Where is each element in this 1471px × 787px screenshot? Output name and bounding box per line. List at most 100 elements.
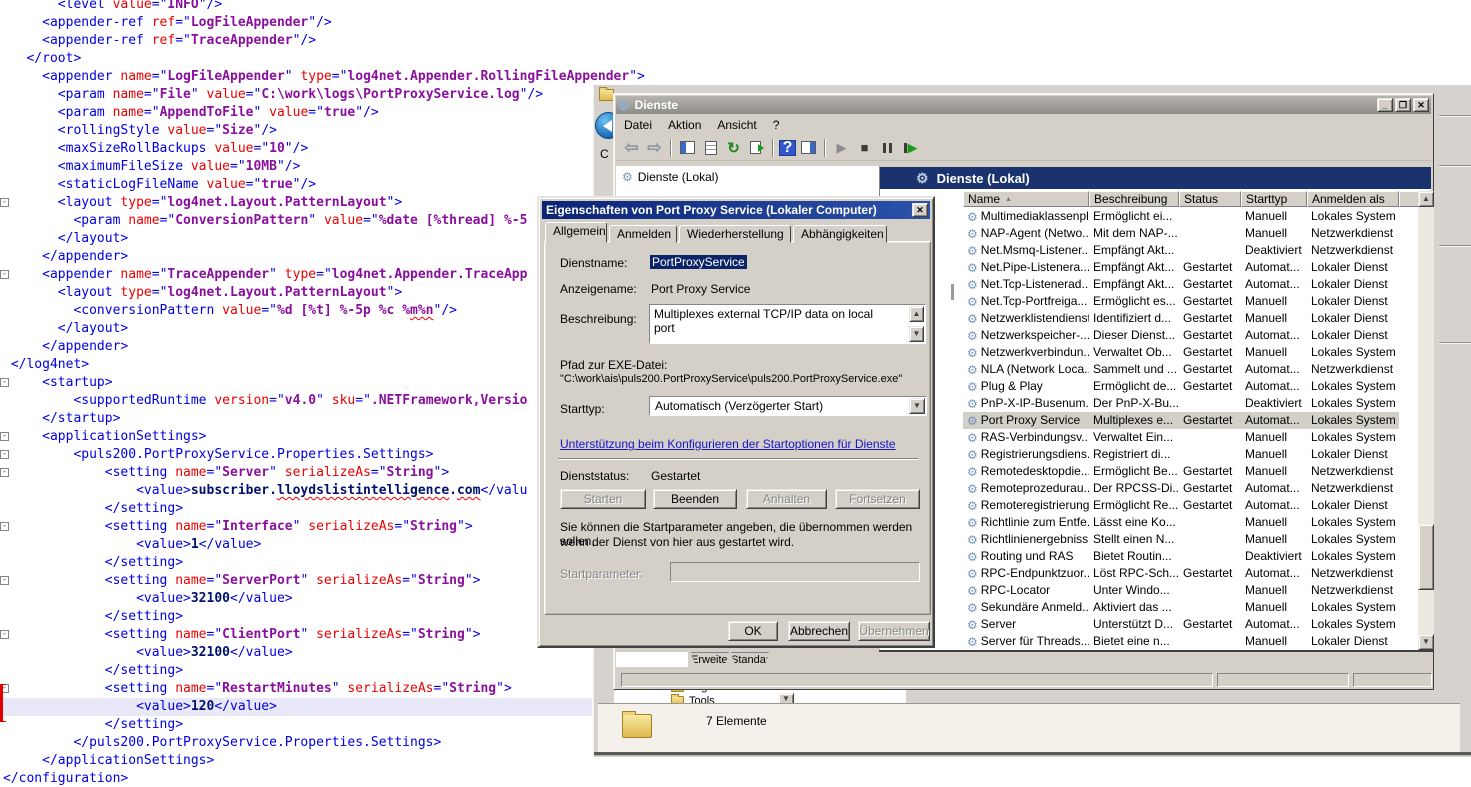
beschreibung-field[interactable]: Multiplexes external TCP/IP data on loca… — [649, 304, 926, 344]
fold-marker-icon[interactable]: - — [0, 378, 9, 387]
toolbar-back-icon[interactable]: ⇦ — [621, 138, 642, 158]
table-row[interactable]: ⚙Routing und RASBietet Routin...Deaktivi… — [963, 548, 1399, 565]
menu-item-ansicht[interactable]: Ansicht — [709, 116, 764, 134]
startparameter-input[interactable] — [670, 562, 920, 582]
combo-dropdown-button[interactable]: ▼ — [909, 398, 925, 414]
dialog-tab-anmelden[interactable]: Anmelden — [609, 225, 677, 243]
table-row[interactable]: ⚙Remotedesktopdie...Ermöglicht Be...Gest… — [963, 463, 1399, 480]
table-row[interactable]: ⚙NetzwerklistendienstIdentifiziert d...G… — [963, 310, 1399, 327]
fold-marker-icon[interactable]: - — [0, 630, 9, 639]
table-row[interactable]: ⚙Net.Tcp-Listenerad...Empfängt Akt...Ges… — [963, 276, 1399, 293]
table-row[interactable]: ⚙Port Proxy ServiceMultiplexes e...Gesta… — [963, 412, 1399, 429]
service-logon: Lokaler Dienst — [1307, 276, 1399, 293]
toolbar-pause-service-icon[interactable] — [877, 138, 898, 158]
table-row[interactable]: ⚙ServerUnterstützt D...GestartetAutomat.… — [963, 616, 1399, 633]
table-row[interactable]: ⚙RemoteregistrierungErmöglicht Re...Gest… — [963, 497, 1399, 514]
explorer-file-list[interactable]: LogsTools — [614, 688, 906, 703]
toolbar-properties-icon[interactable] — [700, 138, 721, 158]
table-row[interactable]: ⚙PnP-X-IP-Busenum...Der PnP-X-Bu...Deakt… — [963, 395, 1399, 412]
menu-item-[interactable]: ? — [765, 116, 788, 134]
scroll-up-button[interactable]: ▲ — [1418, 191, 1434, 207]
fold-marker-icon[interactable]: - — [0, 468, 9, 477]
fold-marker-icon[interactable]: - — [0, 432, 9, 441]
toolbar-show-action-pane-icon[interactable] — [798, 138, 819, 158]
service-starttype: Manuell — [1241, 429, 1307, 446]
column-header-Status[interactable]: Status — [1179, 191, 1241, 207]
toolbar-forward-icon[interactable]: ⇨ — [644, 138, 665, 158]
minimize-button[interactable]: _ — [1377, 98, 1393, 112]
toolbar-refresh-icon[interactable]: ↻ — [723, 138, 744, 158]
column-header-stub[interactable] — [1399, 191, 1420, 207]
ok-button[interactable]: OK — [728, 621, 778, 641]
table-row[interactable]: ⚙Sekundäre Anmeld...Aktiviert das ...Man… — [963, 599, 1399, 616]
table-row[interactable]: ⚙Registrierungsdiens...Registriert di...… — [963, 446, 1399, 463]
column-header-Beschreibung[interactable]: Beschreibung — [1089, 191, 1179, 207]
explorer-item[interactable]: Tools — [671, 695, 715, 703]
beenden-button[interactable]: Beenden — [653, 489, 737, 509]
table-row[interactable]: ⚙Netzwerkverbindun...Verwaltet Ob...Gest… — [963, 344, 1399, 361]
fold-marker-icon[interactable]: - — [0, 576, 9, 585]
dialog-tab-abhängigkeiten[interactable]: Abhängigkeiten — [793, 225, 887, 243]
fold-marker-icon[interactable]: - — [0, 270, 9, 279]
table-row[interactable]: ⚙RPC-Endpunktzuor...Löst RPC-Sch...Gesta… — [963, 565, 1399, 582]
toolbar-restart-service-icon[interactable]: ▶ — [900, 138, 921, 158]
list-scrollbar[interactable]: ▲ ▼ — [1418, 191, 1434, 650]
dienstname-value[interactable]: PortProxyService — [650, 255, 747, 269]
code-line: <applicationSettings> — [0, 428, 207, 446]
toolbar-stop-service-icon[interactable]: ■ — [854, 138, 875, 158]
table-row[interactable]: ⚙NAP-Agent (Netwo...Mit dem NAP-...Manue… — [963, 225, 1399, 242]
scroll-up-icon: ▲ — [913, 310, 921, 318]
scroll-thumb[interactable] — [1418, 524, 1434, 590]
column-header-Anmelden als[interactable]: Anmelden als — [1307, 191, 1399, 207]
service-description: Ermöglicht ei... — [1089, 208, 1179, 225]
toolbar-show-console-tree-icon[interactable] — [677, 138, 698, 158]
dialog-close-button[interactable]: ✕ — [912, 203, 928, 217]
menu-item-datei[interactable]: Datei — [616, 116, 660, 134]
toolbar-help-icon[interactable]: ? — [779, 140, 796, 156]
table-row[interactable]: ⚙RAS-Verbindungsv...Verwaltet Ein...Manu… — [963, 429, 1399, 446]
tree-root-node[interactable]: Dienste (Lokal) — [638, 170, 719, 184]
menu-item-aktion[interactable]: Aktion — [660, 116, 709, 134]
desc-scroll-up-button[interactable]: ▲ — [909, 306, 924, 322]
fold-marker-icon[interactable]: - — [0, 450, 9, 459]
table-row[interactable]: ⚙Server für Threads...Bietet eine n...Ma… — [963, 633, 1399, 650]
toolbar-export-list-icon[interactable] — [746, 138, 767, 158]
column-header-Name[interactable]: Name▲ — [963, 191, 1089, 207]
cell-text: RPC-Locator — [981, 582, 1050, 599]
column-header-Starttyp[interactable]: Starttyp — [1241, 191, 1307, 207]
table-row[interactable]: ⚙Remoteprozedurau...Der RPCSS-Di...Gesta… — [963, 480, 1399, 497]
service-logon: Lokales System — [1307, 616, 1399, 633]
table-row[interactable]: ⚙NLA (Network Loca...Sammelt und ...Gest… — [963, 361, 1399, 378]
view-tab-erweitert[interactable]: Erweitert — [691, 652, 729, 668]
code-line: </root> — [0, 50, 81, 68]
table-row[interactable]: ⚙Net.Tcp-Portfreiga...Ermöglicht es...Ge… — [963, 293, 1399, 310]
cell-text: Lokales System — [1311, 412, 1396, 429]
table-row[interactable]: ⚙Richtlinienergebniss...Stellt einen N..… — [963, 531, 1399, 548]
table-row[interactable]: ⚙Richtlinie zum Entfe...Lässt eine Ko...… — [963, 514, 1399, 531]
view-tab-standard[interactable]: Standard — [731, 652, 769, 668]
table-row[interactable]: ⚙Multimediaklassenpl...Ermöglicht ei...M… — [963, 208, 1399, 225]
dialog-titlebar[interactable]: Eigenschaften von Port Proxy Service (Lo… — [542, 201, 930, 219]
fold-marker-icon[interactable]: - — [0, 198, 9, 207]
table-row[interactable]: ⚙Netzwerkspeicher-...Dieser Dienst...Ges… — [963, 327, 1399, 344]
starttyp-combobox[interactable]: Automatisch (Verzögerter Start) ▼ — [649, 396, 927, 416]
dialog-tab-wiederherstellung[interactable]: Wiederherstellung — [679, 225, 791, 243]
toolbar-start-service-icon[interactable]: ▶ — [831, 138, 852, 158]
close-button[interactable]: ✕ — [1413, 98, 1429, 112]
table-row[interactable]: ⚙Plug & PlayErmöglicht de...GestartetAut… — [963, 378, 1399, 395]
service-status: Gestartet — [1179, 378, 1241, 395]
table-row[interactable]: ⚙RPC-LocatorUnter Windo...ManuellNetzwer… — [963, 582, 1399, 599]
table-row[interactable]: ⚙Net.Pipe-Listenera...Empfängt Akt...Ges… — [963, 259, 1399, 276]
service-gear-icon: ⚙ — [967, 415, 978, 427]
scroll-down-button[interactable]: ▼ — [1418, 634, 1434, 650]
menu-bar: DateiAktionAnsicht? — [616, 115, 1431, 134]
table-row[interactable]: ⚙Net.Msmq-Listener...Empfängt Akt...Deak… — [963, 242, 1399, 259]
abbrechen-button[interactable]: Abbrechen — [788, 621, 850, 641]
cell-text: RAS-Verbindungsv... — [981, 429, 1089, 446]
dialog-tab-allgemein[interactable]: Allgemein — [545, 222, 607, 243]
maximize-button[interactable]: ❒ — [1395, 98, 1411, 112]
desc-scroll-down-button[interactable]: ▼ — [909, 326, 924, 342]
startoptions-help-link[interactable]: Unterstützung beim Konfigurieren der Sta… — [560, 437, 896, 451]
services-titlebar[interactable]: ⚙ Dienste _ ❒ ✕ — [616, 96, 1431, 114]
fold-marker-icon[interactable]: - — [0, 522, 9, 531]
